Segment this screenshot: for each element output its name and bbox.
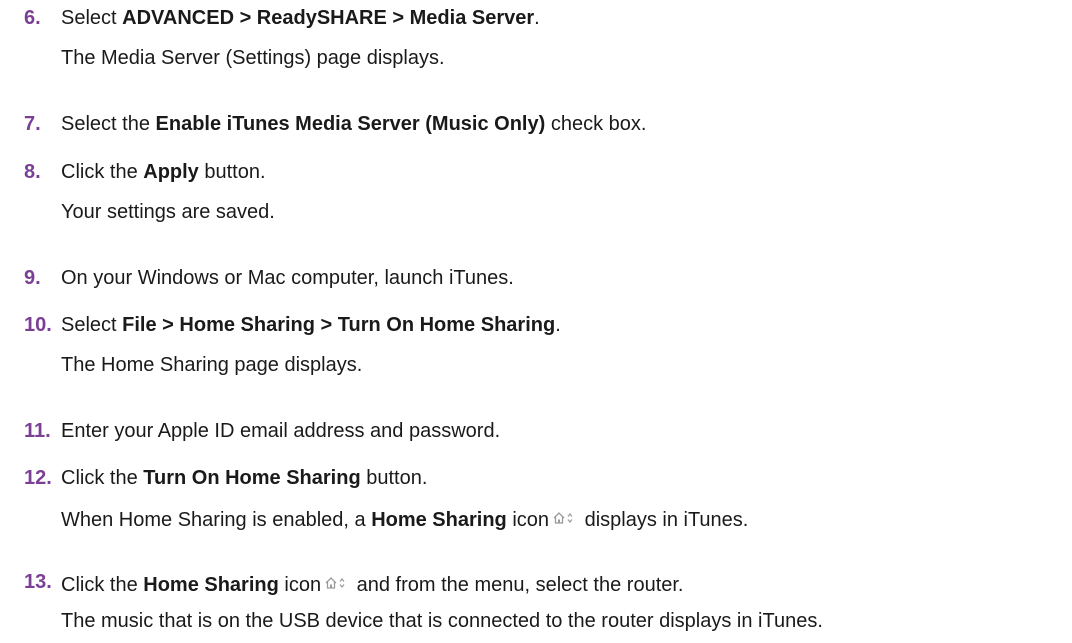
step-text: Select ADVANCED > ReadySHARE > Media Ser… bbox=[61, 7, 540, 29]
step-text: On your Windows or Mac computer, launch … bbox=[61, 267, 514, 289]
step-text: Select the Enable iTunes Media Server (M… bbox=[61, 113, 647, 135]
home-sharing-icon bbox=[325, 572, 347, 596]
step-text: Enter your Apple ID email address and pa… bbox=[61, 420, 501, 442]
step-number: 10. bbox=[24, 314, 52, 336]
step-text: Click the Turn On Home Sharing button. bbox=[61, 467, 428, 489]
step-number: 9. bbox=[24, 267, 41, 289]
step-text: Select File > Home Sharing > Turn On Hom… bbox=[61, 314, 561, 336]
step-number: 8. bbox=[24, 161, 41, 183]
step-number: 6. bbox=[24, 7, 41, 29]
home-sharing-icon bbox=[553, 507, 575, 531]
document-page: 6. Select ADVANCED > ReadySHARE > Media … bbox=[24, 7, 823, 632]
step-text: Click the Home Sharing icon and from the… bbox=[61, 572, 684, 596]
step-text: Click the Apply button. bbox=[61, 161, 266, 183]
step-number: 7. bbox=[24, 113, 41, 135]
step-number: 12. bbox=[24, 467, 52, 489]
step-number: 13. bbox=[24, 571, 52, 593]
step-number: 11. bbox=[24, 420, 51, 442]
